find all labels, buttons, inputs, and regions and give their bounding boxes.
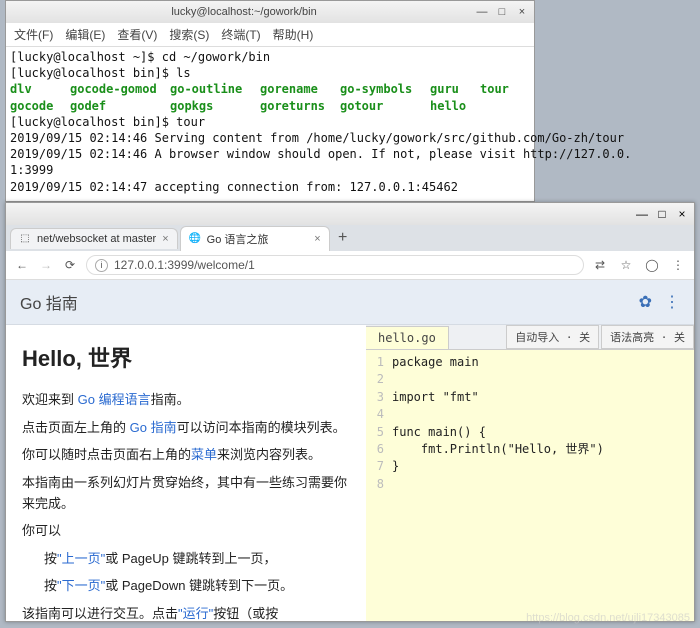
kebab-menu-icon[interactable]: ⋮ [664,292,680,312]
paragraph: 本指南由一系列幻灯片贯穿始终，其中有一些练习需要你来完成。 [22,472,350,515]
paragraph: 欢迎来到 Go 编程语言指南。 [22,389,350,410]
forward-button[interactable]: → [38,258,54,272]
translate-icon[interactable]: ⇄ [592,258,608,272]
menu-edit[interactable]: 编辑(E) [65,26,105,43]
ls-entry [480,98,520,114]
ls-output-row: dlvgocode-gomodgo-outlinegorenamego-symb… [10,81,530,97]
browser-window: — □ × ⬚ net/websocket at master × 🌐 Go 语… [5,202,695,622]
browser-titlebar: — □ × [6,203,694,225]
prompt-line: [lucky@localhost bin]$ tour [10,115,205,129]
star-icon[interactable]: ☆ [618,258,634,272]
terminal-window: lucky@localhost:~/gowork/bin — □ × 文件(F)… [5,0,535,202]
code-text[interactable]: package main import "fmt" func main() { … [388,350,694,621]
line-gutter: 1 2 3 4 5 6 7 8 [366,350,388,621]
ls-entry: gotour [340,98,430,114]
site-info-icon[interactable]: i [95,259,108,272]
editor-file-tab[interactable]: hello.go [366,326,449,349]
paragraph: 按"下一页"或 PageDown 键跳转到下一页。 [44,575,350,596]
back-button[interactable]: ← [14,258,30,272]
browser-window-buttons: — □ × [636,207,688,221]
minimize-button[interactable]: — [476,6,488,18]
terminal-titlebar: lucky@localhost:~/gowork/bin — □ × [6,1,534,23]
link-next-page[interactable]: "下一页" [57,578,105,593]
paragraph: 该指南可以进行交互。点击"运行"按钮（或按 Shift+Enter）可以在 你的… [22,603,350,621]
menu-search[interactable]: 搜索(S) [169,26,209,43]
code-area[interactable]: 1 2 3 4 5 6 7 8 package main import "fmt… [366,350,694,621]
toolbar-right: ⇄ ☆ ◯ ⋮ [592,258,686,272]
user-icon[interactable]: ◯ [644,258,660,272]
prompt-line: [lucky@localhost bin]$ ls [10,66,191,80]
github-icon: ⬚ [19,233,31,245]
link-menu[interactable]: 菜单 [191,447,217,462]
gear-icon[interactable]: ✿ [639,292,652,312]
tab-label: net/websocket at master [37,233,156,245]
reload-button[interactable]: ⟳ [62,258,78,272]
link-run[interactable]: "运行" [178,606,213,621]
output-line: 2019/09/15 02:14:47 accepting connection… [10,180,458,194]
ls-entry: gocode [10,98,70,114]
article-pane: Hello, 世界 欢迎来到 Go 编程语言指南。 点击页面左上角的 Go 指南… [6,325,366,621]
tab-label: Go 语言之旅 [207,231,269,247]
paragraph: 点击页面左上角的 Go 指南可以访问本指南的模块列表。 [22,417,350,438]
ls-entry: gorename [260,81,340,97]
menu-icon[interactable]: ⋮ [670,258,686,272]
ls-entry: dlv [10,81,70,97]
guide-title[interactable]: Go 指南 [20,290,78,314]
ls-entry: go-outline [170,81,260,97]
guide-header: Go 指南 ✿ ⋮ [6,280,694,325]
output-line: 2019/09/15 02:14:46 Serving content from… [10,131,624,145]
menu-help[interactable]: 帮助(H) [273,26,314,43]
url-text: 127.0.0.1:3999/welcome/1 [114,258,255,272]
prompt-line: [lucky@localhost ~]$ cd ~/gowork/bin [10,50,270,64]
terminal-menubar: 文件(F) 编辑(E) 查看(V) 搜索(S) 终端(T) 帮助(H) [6,23,534,47]
tab-go-tour[interactable]: 🌐 Go 语言之旅 × [180,226,330,251]
browser-toolbar: ← → ⟳ i 127.0.0.1:3999/welcome/1 ⇄ ☆ ◯ ⋮ [6,251,694,280]
watermark: https://blog.csdn.net/ujli17343085 [526,612,690,624]
minimize-button[interactable]: — [636,207,648,221]
terminal-title: lucky@localhost:~/gowork/bin [12,6,476,18]
guide-content: Hello, 世界 欢迎来到 Go 编程语言指南。 点击页面左上角的 Go 指南… [6,325,694,621]
paragraph: 按"上一页"或 PageUp 键跳转到上一页， [44,548,350,569]
ls-entry: goreturns [260,98,340,114]
maximize-button[interactable]: □ [656,207,668,221]
ls-entry: hello [430,98,480,114]
close-button[interactable]: × [516,6,528,18]
ls-entry: godef [70,98,170,114]
article-title: Hello, 世界 [22,341,350,377]
terminal-body[interactable]: [lucky@localhost ~]$ cd ~/gowork/bin [lu… [6,47,534,201]
tab-websocket[interactable]: ⬚ net/websocket at master × [10,228,178,249]
maximize-button[interactable]: □ [496,6,508,18]
editor-tabbar: hello.go 自动导入 · 关 语法高亮 · 关 [366,325,694,350]
paragraph: 你可以 [22,520,350,541]
ls-entry: gopkgs [170,98,260,114]
close-icon[interactable]: × [162,233,168,245]
ls-entry: gocode-gomod [70,81,170,97]
link-go-guide[interactable]: Go 指南 [130,420,177,435]
paragraph: 你可以随时点击页面右上角的菜单来浏览内容列表。 [22,444,350,465]
close-icon[interactable]: × [314,233,320,245]
ls-entry: go-symbols [340,81,430,97]
output-line: 2019/09/15 02:14:46 A browser window sho… [10,147,631,177]
toggle-syntax[interactable]: 语法高亮 · 关 [601,325,694,349]
browser-tabs: ⬚ net/websocket at master × 🌐 Go 语言之旅 × … [6,225,694,251]
toggle-autoimport[interactable]: 自动导入 · 关 [506,325,599,349]
link-go-lang[interactable]: Go 编程语言 [78,392,151,407]
terminal-window-buttons: — □ × [476,6,528,18]
menu-file[interactable]: 文件(F) [14,26,53,43]
menu-terminal[interactable]: 终端(T) [221,26,260,43]
gopher-icon: 🌐 [189,233,201,245]
ls-output-row: gocodegodefgopkgsgoreturnsgotourhello [10,98,530,114]
new-tab-button[interactable]: + [332,229,354,247]
editor-pane: hello.go 自动导入 · 关 语法高亮 · 关 1 2 3 4 5 6 7… [366,325,694,621]
ls-entry: guru [430,81,480,97]
close-button[interactable]: × [676,207,688,221]
address-bar[interactable]: i 127.0.0.1:3999/welcome/1 [86,255,584,275]
link-prev-page[interactable]: "上一页" [57,551,105,566]
ls-entry: tour [480,81,520,97]
menu-view[interactable]: 查看(V) [117,26,157,43]
